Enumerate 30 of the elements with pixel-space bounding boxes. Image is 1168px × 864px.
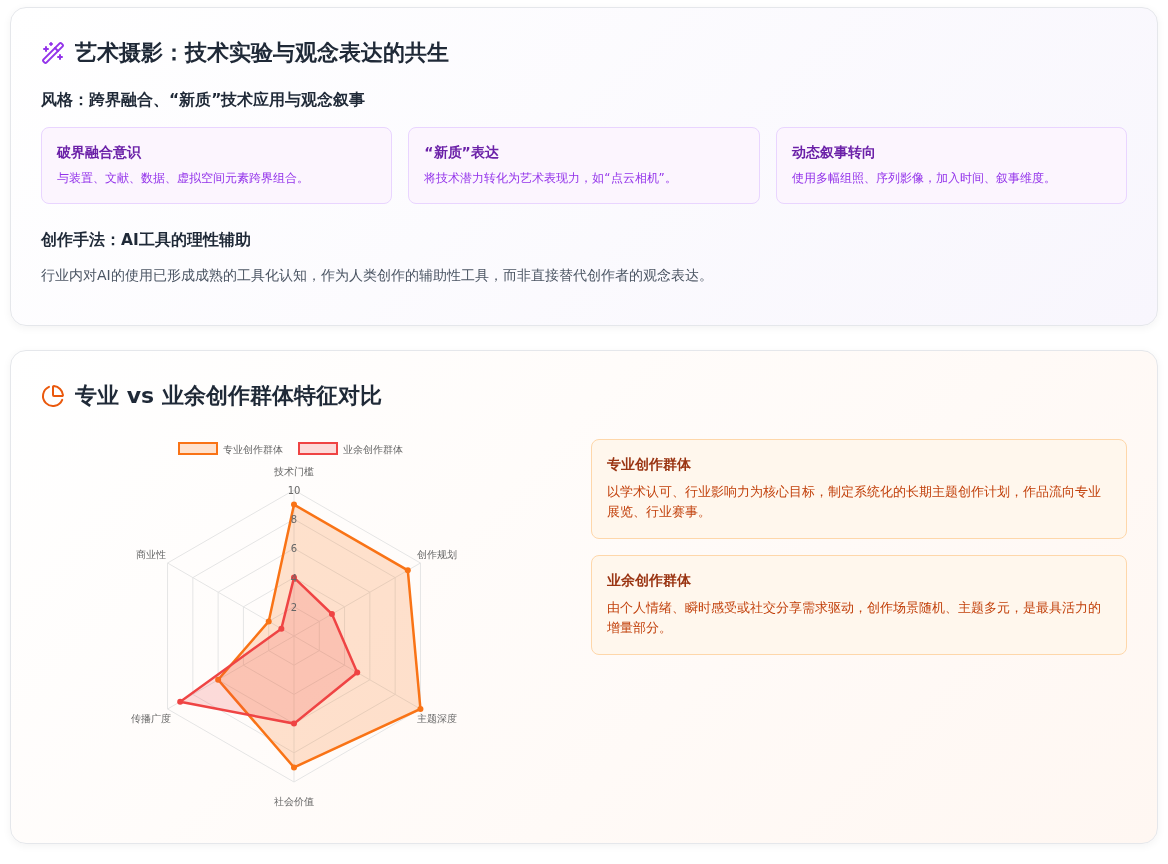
- axis-label: 技术门槛: [274, 466, 314, 477]
- axis-label: 主题深度: [416, 713, 457, 725]
- axis-label: 社会价值: [274, 796, 314, 807]
- tick-label: 10: [287, 485, 301, 496]
- feature-title: 破界融合意识: [57, 144, 142, 162]
- section-title: 专业 vs 业余创作群体特征对比: [75, 382, 382, 410]
- group-title: 专业创作群体: [607, 456, 692, 474]
- subheading: 创作手法：AI工具的理性辅助: [41, 230, 252, 251]
- axis-label: 传播广度: [131, 713, 172, 725]
- feature-title: “新质”表达: [424, 144, 500, 162]
- feature-text: 与装置、文献、数据、虚拟空间元素跨界组合。: [57, 170, 310, 187]
- subheading: 风格：跨界融合、“新质”技术应用与观念叙事: [41, 90, 367, 111]
- feature-text: 将技术潜力转化为艺术表现力，如“点云相机”。: [424, 170, 678, 187]
- axis-label: 商业性: [136, 548, 167, 560]
- paragraph: 行业内对AI的使用已形成成熟的工具化认知，作为人类创作的辅助性工具，而非直接替代创作者的观念表达。: [41, 267, 714, 285]
- group-text: 以学术认可、行业影响力为核心目标，制定系统化的长期主题创作计划，作品流向专业展览、行业赛事。: [607, 483, 1102, 521]
- tick-label: 6: [290, 543, 298, 555]
- axis-label: 创作规划: [416, 548, 457, 560]
- legend-label: 业余创作群体: [343, 444, 403, 455]
- tick-label: 2: [290, 601, 298, 613]
- feature-title: 动态叙事转向: [791, 144, 877, 162]
- legend-label: 专业创作群体: [223, 444, 283, 455]
- group-title: 业余创作群体: [607, 572, 692, 590]
- section-title: 艺术摄影：技术实验与观念表达的共生: [75, 39, 449, 67]
- tick-label: 8: [290, 514, 298, 526]
- magic-wand-icon: [41, 41, 65, 65]
- tick-label: 4: [290, 572, 298, 584]
- pie-chart-icon: [41, 384, 65, 408]
- feature-text: 使用多幅组照、序列影像，加入时间、叙事维度。: [791, 170, 1057, 187]
- group-text: 由个人情绪、瞬时感受或社交分享需求驱动，创作场景随机、主题多元，是最具活力的增量部分。: [607, 599, 1102, 637]
